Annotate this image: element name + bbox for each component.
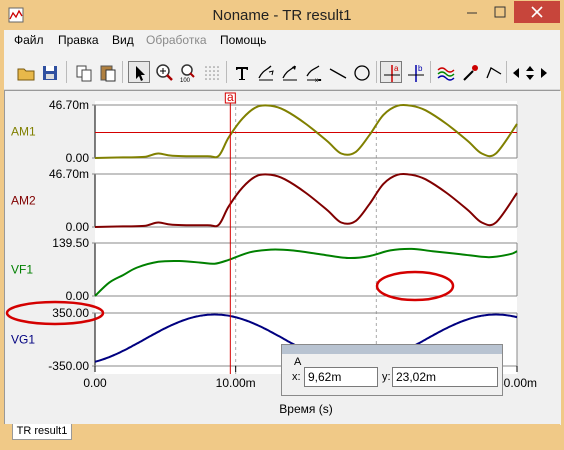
cursor-b-icon[interactable]: b [404, 61, 426, 83]
minimize-button[interactable] [458, 1, 486, 23]
menu-help[interactable]: Помощь [220, 33, 266, 47]
zoom-100-icon[interactable]: 100 [176, 61, 198, 84]
cursor-marker-label: a [227, 91, 234, 104]
cursor-y-field[interactable]: 23,02m [392, 367, 498, 387]
cursor-panel-header[interactable] [282, 345, 502, 354]
menu-view[interactable]: Вид [112, 33, 134, 47]
annotate-icon[interactable] [254, 61, 276, 83]
menu-process[interactable]: Обработка [146, 33, 207, 47]
series-label-am2: AM2 [11, 194, 36, 208]
zoom-in-icon[interactable] [152, 61, 174, 83]
save-icon[interactable] [38, 61, 60, 83]
menu-file[interactable]: Файл [14, 33, 44, 47]
series-label-vf1: VF1 [11, 263, 33, 277]
toolbar: 100 x= a b [4, 52, 560, 90]
plot-background [95, 101, 517, 374]
step-icon[interactable] [482, 61, 504, 83]
paste-icon[interactable] [96, 61, 118, 83]
svg-text:b: b [418, 64, 423, 73]
annotate-measure-icon[interactable]: x= [302, 61, 324, 84]
close-button[interactable] [514, 1, 560, 23]
x-tick-label: 10.00m [216, 376, 256, 390]
scroll-right-icon[interactable] [536, 61, 550, 83]
svg-text:a: a [394, 64, 399, 73]
x-axis-label: Время (s) [279, 402, 332, 416]
scroll-up-down-icon[interactable] [522, 61, 536, 83]
tab-bar: TR result1 [4, 424, 560, 446]
y-bottom-label-vf1: 0.00 [66, 289, 90, 303]
maximize-button[interactable] [486, 1, 514, 23]
y-top-label-vf1: 139.50 [52, 236, 89, 250]
annotate-arrow-icon[interactable] [278, 61, 300, 83]
open-icon[interactable] [14, 61, 36, 83]
y-top-label-am1: 46.70m [49, 98, 89, 112]
x-tick-label: 0.00 [83, 376, 107, 390]
cursor-readout-panel[interactable]: A x: 9,62m y: 23,02m [281, 344, 503, 396]
series-label-vg1: VG1 [11, 333, 35, 347]
scroll-left-icon[interactable] [508, 61, 522, 83]
series-label-am1: AM1 [11, 125, 36, 139]
copy-icon[interactable] [72, 61, 94, 83]
cursor-a-icon[interactable]: a [380, 61, 402, 83]
probe-icon[interactable] [458, 61, 480, 83]
menu-edit[interactable]: Правка [58, 33, 99, 47]
title-bar: Noname - TR result1 [0, 0, 564, 30]
menu-bar: Файл Правка Вид Обработка Помощь [4, 30, 560, 52]
svg-text:x=: x= [315, 78, 322, 84]
y-top-label-vg1: 350.00 [52, 306, 89, 320]
app-window: Noname - TR result1 Файл Правка Вид Обра… [0, 0, 564, 450]
cursor-x-label: x: [292, 371, 301, 383]
waveforms-icon[interactable] [434, 61, 456, 83]
line-icon[interactable] [326, 61, 348, 83]
cursor-y-label: y: [382, 371, 391, 383]
plot-window: 46.70m 0.00 AM1 46.70m 0.00 AM2 139.50 0.00 VF1 3… [4, 90, 561, 425]
y-bottom-label-vg1: -350.00 [48, 359, 89, 373]
text-icon[interactable] [230, 61, 252, 83]
y-top-label-am2: 46.70m [49, 167, 89, 181]
grid-icon[interactable] [200, 61, 222, 83]
tab-tr-result1[interactable]: TR result1 [12, 424, 72, 440]
svg-text:100: 100 [180, 78, 191, 84]
pointer-icon[interactable] [128, 61, 150, 83]
y-bottom-label-am2: 0.00 [66, 220, 90, 234]
y-bottom-label-am1: 0.00 [66, 151, 90, 165]
cursor-x-field[interactable]: 9,62m [304, 367, 378, 387]
circle-icon[interactable] [350, 61, 372, 83]
cursor-panel-label: A [294, 356, 302, 368]
